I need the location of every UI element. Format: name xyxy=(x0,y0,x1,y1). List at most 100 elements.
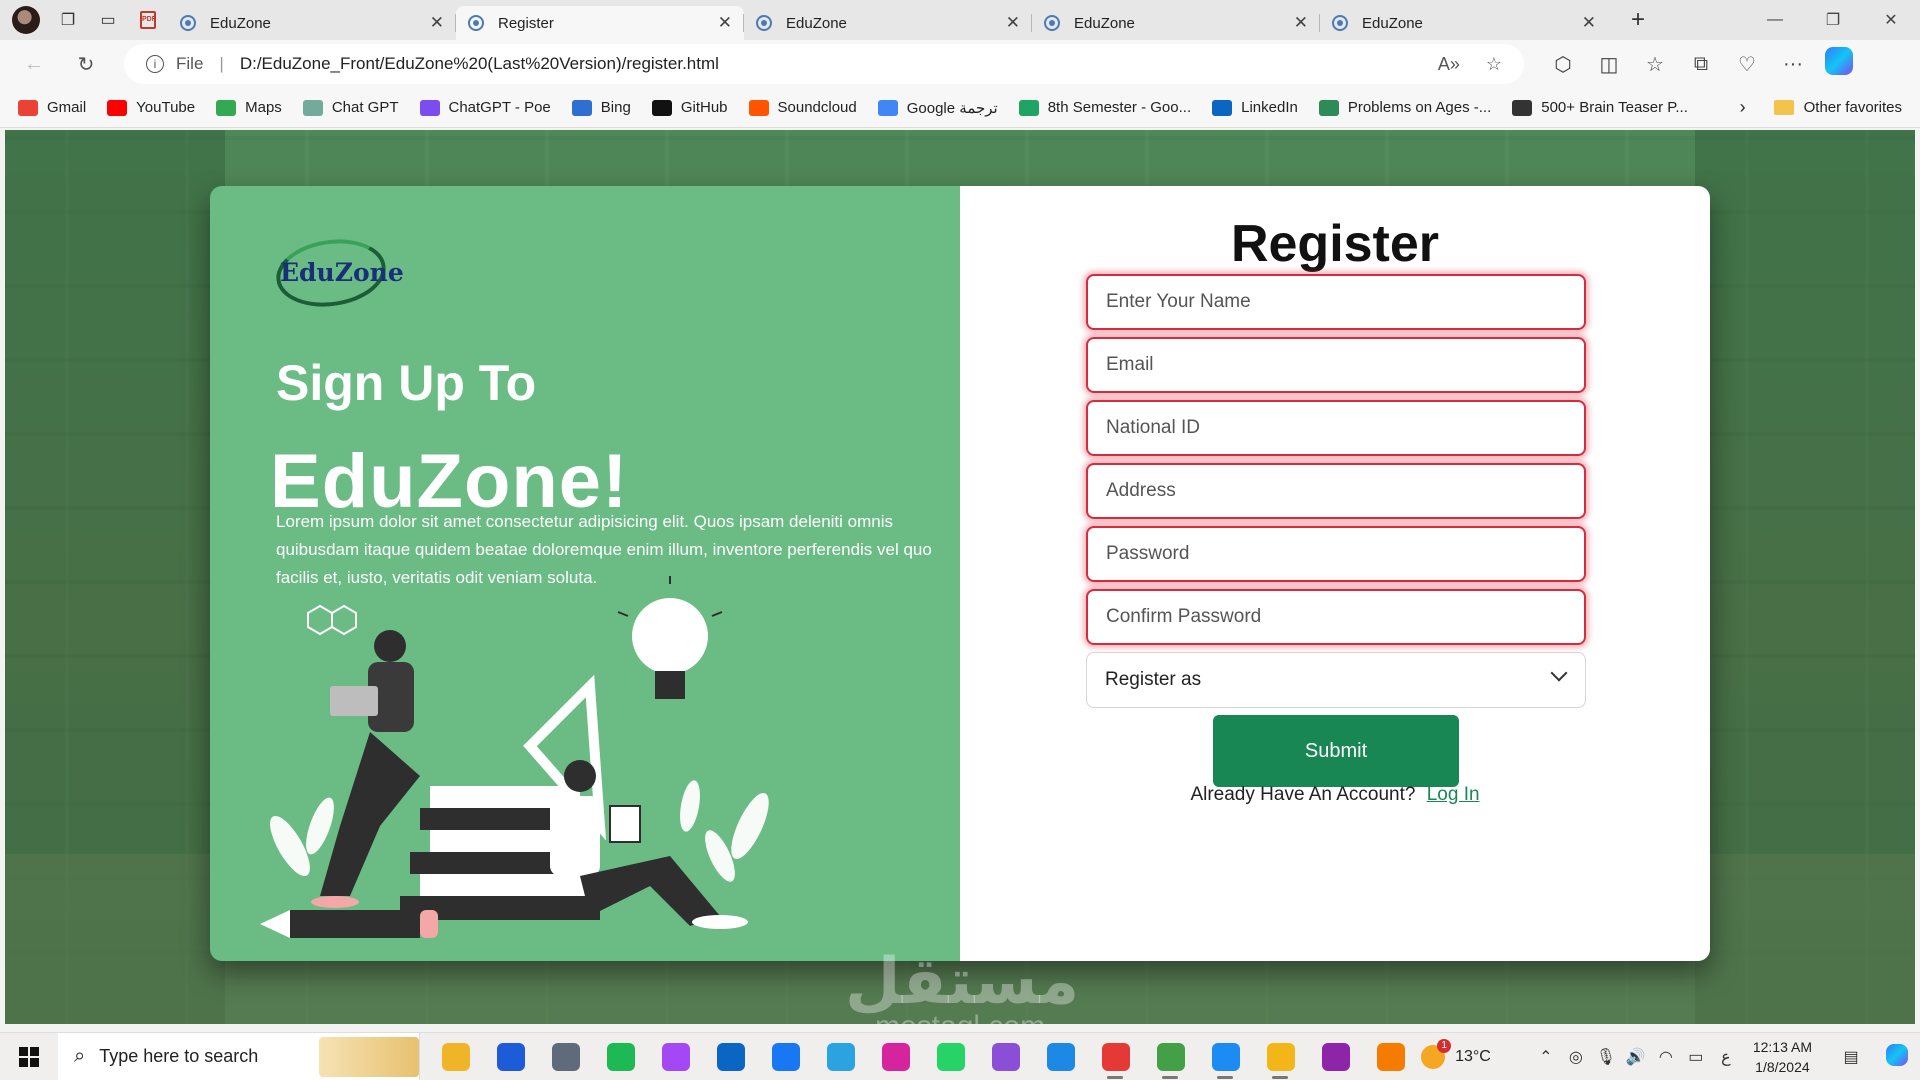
info-icon[interactable]: i xyxy=(146,55,164,73)
start-button[interactable] xyxy=(0,1033,58,1080)
taskbar-app[interactable] xyxy=(1198,1033,1253,1080)
taskbar-search[interactable]: ⌕ Type here to search xyxy=(58,1032,420,1080)
register-title: Register xyxy=(1230,215,1440,273)
site-icon xyxy=(1318,99,1339,116)
other-favorites[interactable]: Other favorites xyxy=(1773,99,1902,116)
bookmark-item[interactable]: 8th Semester - Goo... xyxy=(1018,99,1191,116)
close-tab-icon[interactable]: ✕ xyxy=(1294,13,1308,33)
calculator-icon xyxy=(551,1042,580,1071)
address-bar[interactable]: i File | D:/EduZone_Front/EduZone%20(Las… xyxy=(124,44,1524,84)
bookmark-item[interactable]: 500+ Brain Teaser P... xyxy=(1512,99,1688,116)
bookmark-item[interactable]: Gmail xyxy=(18,99,86,116)
national-id-input[interactable] xyxy=(1086,400,1586,456)
bookmark-item[interactable]: GitHub xyxy=(651,99,728,116)
pencil-icon xyxy=(260,910,438,938)
back-icon[interactable]: ← xyxy=(12,42,56,86)
taskbar-app[interactable] xyxy=(758,1033,813,1080)
gmail-icon xyxy=(18,99,38,116)
copilot-taskbar-icon[interactable] xyxy=(1874,1043,1920,1071)
taskbar-app[interactable] xyxy=(868,1033,923,1080)
bing-search-icon xyxy=(571,99,592,116)
browser-tab-active[interactable]: Register ✕ xyxy=(455,6,744,40)
bookmark-item[interactable]: Google ترجمة xyxy=(877,99,998,117)
taskbar-app[interactable] xyxy=(1308,1033,1363,1080)
bookmark-item[interactable]: Maps xyxy=(216,99,282,116)
password-input[interactable] xyxy=(1086,526,1586,582)
volume-icon[interactable]: 🔊 xyxy=(1621,1047,1651,1067)
address-input[interactable] xyxy=(1086,463,1586,519)
bookmark-item[interactable]: Bing xyxy=(571,99,631,116)
notifications-icon[interactable]: ▤ xyxy=(1828,1047,1874,1067)
weather-widget[interactable]: 1 13°C xyxy=(1421,1039,1491,1069)
taskbar-app[interactable] xyxy=(703,1033,758,1080)
show-hidden-icons-icon[interactable]: ⌃ xyxy=(1531,1047,1561,1067)
clock-date: 1/8/2024 xyxy=(1755,1059,1810,1075)
weather-icon: 1 xyxy=(1421,1039,1452,1069)
other-favorites-label: Other favorites xyxy=(1803,99,1902,116)
submit-button[interactable]: Submit xyxy=(1213,715,1459,787)
taskbar-app[interactable] xyxy=(648,1033,703,1080)
taskbar-app[interactable] xyxy=(428,1033,483,1080)
url-text[interactable]: D:/EduZone_Front/EduZone%20(Last%20Versi… xyxy=(240,54,719,74)
close-tab-icon[interactable]: ✕ xyxy=(718,13,732,33)
taskbar-app[interactable] xyxy=(923,1033,978,1080)
bookmark-item[interactable]: ChatGPT - Poe xyxy=(419,99,551,116)
favorites-icon[interactable]: ☆ xyxy=(1632,52,1678,77)
bookmark-item[interactable]: Chat GPT xyxy=(302,99,399,116)
taskbar-app[interactable] xyxy=(1253,1033,1308,1080)
collections-icon[interactable]: ⧉ xyxy=(1678,53,1724,76)
minimize-icon[interactable]: — xyxy=(1746,0,1804,40)
taskbar-app[interactable] xyxy=(1033,1033,1088,1080)
pdf-tab-icon[interactable]: PDF xyxy=(128,0,168,40)
read-aloud-icon[interactable]: A» xyxy=(1438,54,1460,75)
browser-tab[interactable]: EduZone ✕ xyxy=(743,6,1032,40)
meet-now-icon[interactable]: ◎ xyxy=(1561,1047,1591,1067)
taskbar-app[interactable] xyxy=(483,1033,538,1080)
eduzone-logo[interactable]: EduZone xyxy=(271,232,404,314)
taskbar-app[interactable] xyxy=(813,1033,868,1080)
wifi-icon[interactable]: ◠ xyxy=(1651,1047,1681,1067)
close-tab-icon[interactable]: ✕ xyxy=(1582,13,1596,33)
workspaces-icon[interactable]: ❐ xyxy=(48,0,88,40)
refresh-icon[interactable]: ↻ xyxy=(64,42,108,86)
taskbar-app[interactable] xyxy=(1363,1033,1418,1080)
profile-avatar[interactable] xyxy=(12,6,40,34)
microphone-icon[interactable]: 🎙 xyxy=(1591,1047,1621,1067)
login-link[interactable]: Log In xyxy=(1427,784,1480,805)
bookmark-item[interactable]: Soundcloud xyxy=(748,99,857,116)
bookmark-item[interactable]: YouTube xyxy=(107,99,195,116)
chevron-down-icon xyxy=(1550,664,1568,682)
browser-tab[interactable]: EduZone ✕ xyxy=(1031,6,1320,40)
browser-essentials-icon[interactable]: ♡ xyxy=(1724,52,1770,77)
browser-tab[interactable]: EduZone ✕ xyxy=(168,6,456,40)
bookmarks-overflow-chevron-icon[interactable]: › xyxy=(1740,97,1746,118)
browser-tab[interactable]: EduZone ✕ xyxy=(1319,6,1608,40)
close-tab-icon[interactable]: ✕ xyxy=(430,13,444,33)
taskbar-app[interactable] xyxy=(538,1033,593,1080)
email-input[interactable] xyxy=(1086,337,1586,393)
bookmark-item[interactable]: LinkedIn xyxy=(1212,99,1298,116)
close-tab-icon[interactable]: ✕ xyxy=(1006,13,1020,33)
battery-icon[interactable]: ▭ xyxy=(1681,1047,1711,1067)
vertical-tabs-icon[interactable]: ▭ xyxy=(88,0,128,40)
taskbar-app[interactable] xyxy=(978,1033,1033,1080)
new-tab-icon[interactable]: + xyxy=(1620,6,1656,34)
language-indicator[interactable]: ع xyxy=(1711,1047,1741,1067)
taskbar-app[interactable] xyxy=(593,1033,648,1080)
taskbar-app[interactable] xyxy=(1143,1033,1198,1080)
more-menu-icon[interactable]: ··· xyxy=(1770,53,1816,76)
restore-icon[interactable]: ❐ xyxy=(1804,0,1862,40)
copilot-icon[interactable] xyxy=(1816,47,1862,81)
chrome-profile-icon xyxy=(1156,1042,1185,1071)
name-input[interactable] xyxy=(1086,274,1586,330)
favorite-star-icon[interactable]: ☆ xyxy=(1486,54,1502,75)
extensions-icon[interactable]: ⬡ xyxy=(1540,52,1586,77)
confirm-password-input[interactable] xyxy=(1086,589,1586,645)
taskbar-app[interactable] xyxy=(1088,1033,1143,1080)
bookmark-item[interactable]: Problems on Ages -... xyxy=(1318,99,1491,116)
split-screen-icon[interactable]: ◫ xyxy=(1586,52,1632,77)
clock[interactable]: 12:13 AM 1/8/2024 xyxy=(1753,1037,1812,1077)
register-form-panel: Register Register as Submit Already Have… xyxy=(960,186,1710,961)
register-as-select[interactable]: Register as xyxy=(1086,652,1586,708)
close-window-icon[interactable]: ✕ xyxy=(1862,0,1920,40)
